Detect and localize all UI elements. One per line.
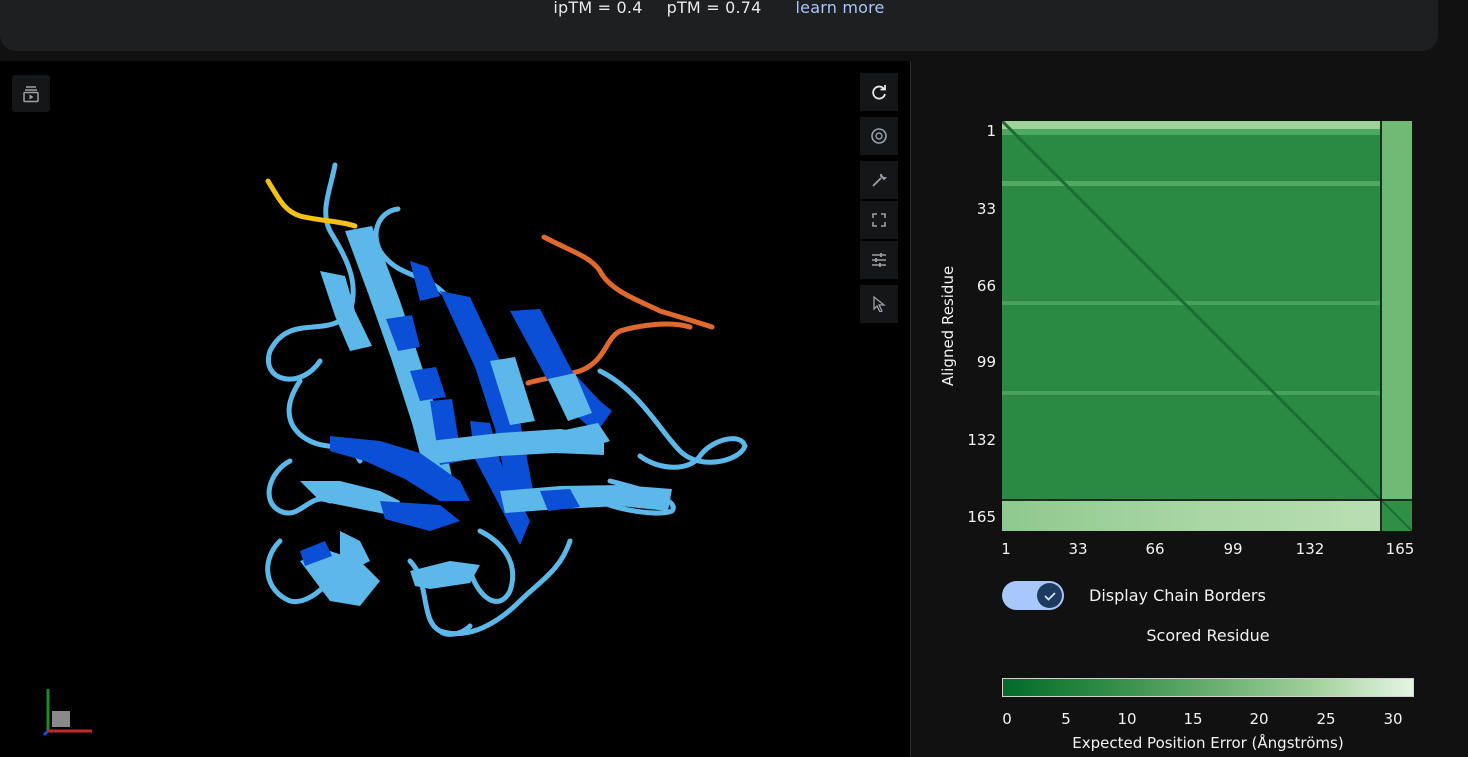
viewer-toolbar	[860, 73, 898, 325]
y-tick: 66	[976, 277, 996, 295]
ptm-value: pTM = 0.74	[666, 0, 762, 17]
controls-button[interactable]	[860, 241, 898, 279]
confidence-metrics: ipTM = 0.4 pTM = 0.74 learn more	[0, 0, 1438, 17]
sliders-icon	[872, 253, 886, 267]
rotate-icon	[872, 85, 886, 100]
colorbar-tick: 0	[1002, 710, 1012, 728]
x-tick: 66	[1145, 540, 1165, 558]
colorbar-tick: 30	[1383, 710, 1403, 728]
colorbar-tick: 25	[1316, 710, 1336, 728]
x-tick: 33	[1068, 540, 1088, 558]
pae-heatmap-canvas	[1000, 119, 1413, 532]
x-axis-label: Scored Residue	[1146, 626, 1270, 645]
wrench-icon	[872, 173, 888, 187]
camera-shutter-icon	[871, 128, 887, 144]
x-tick: 165	[1385, 540, 1415, 558]
pae-heatmap[interactable]	[1000, 119, 1413, 532]
y-tick: 165	[967, 508, 996, 526]
colorbar-tick: 15	[1183, 710, 1203, 728]
learn-more-link[interactable]: learn more	[796, 0, 885, 17]
structure-viewer[interactable]	[0, 61, 911, 757]
chain-borders-label: Display Chain Borders	[1089, 586, 1266, 605]
axes-gizmo	[42, 689, 92, 737]
colorbar-tick: 10	[1117, 710, 1137, 728]
y-tick: 1	[986, 122, 996, 140]
y-tick: 132	[967, 431, 996, 449]
cursor-icon	[873, 296, 886, 312]
chain-borders-toggle[interactable]	[1002, 581, 1064, 610]
rotate-button[interactable]	[860, 73, 898, 111]
y-tick: 99	[976, 353, 996, 371]
fullscreen-icon	[872, 213, 886, 227]
pae-colorbar	[1002, 678, 1414, 697]
settings-tools-button[interactable]	[860, 161, 898, 199]
y-axis-label: Aligned Residue	[939, 265, 957, 387]
toggle-knob	[1037, 583, 1062, 608]
iptm-value: ipTM = 0.4	[553, 0, 643, 17]
y-tick: 33	[976, 200, 996, 218]
confidence-header: ipTM = 0.4 pTM = 0.74 learn more	[0, 0, 1438, 51]
select-mode-button[interactable]	[860, 285, 898, 323]
screenshot-button[interactable]	[860, 117, 898, 155]
x-tick: 99	[1223, 540, 1243, 558]
colorbar-tick: 5	[1061, 710, 1071, 728]
colorbar-label: Expected Position Error (Ångströms)	[1072, 734, 1344, 752]
x-tick: 132	[1295, 540, 1325, 558]
protein-structure[interactable]	[0, 61, 910, 757]
colorbar-tick: 20	[1249, 710, 1269, 728]
x-tick: 1	[1001, 540, 1011, 558]
fullscreen-button[interactable]	[860, 201, 898, 239]
check-icon	[1043, 591, 1056, 601]
